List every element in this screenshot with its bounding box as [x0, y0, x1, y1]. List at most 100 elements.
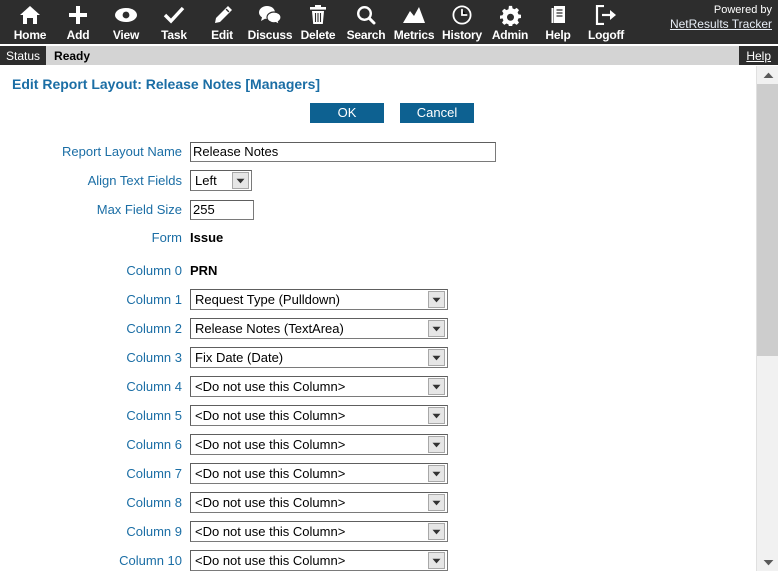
form-row-column-5: Column 5 <Do not use this Column> [0, 401, 756, 430]
column-2-value: Release Notes (TextArea) [195, 321, 344, 336]
toolbar-item-task[interactable]: Task [150, 0, 198, 44]
column-4-label: Column 4 [126, 379, 182, 394]
column-2-select[interactable]: Release Notes (TextArea) [190, 318, 448, 339]
column-9-select[interactable]: <Do not use this Column> [190, 521, 448, 542]
toolbar-item-admin[interactable]: Admin [486, 0, 534, 44]
plus-icon [68, 3, 88, 27]
toolbar-label: Help [545, 28, 571, 42]
help-link[interactable]: Help [746, 49, 771, 63]
report-layout-name-input[interactable] [190, 141, 496, 162]
magnifier-icon [356, 3, 376, 27]
column-1-select[interactable]: Request Type (Pulldown) [190, 289, 448, 310]
scrollbar-track[interactable] [757, 356, 778, 553]
netresults-tracker-link[interactable]: NetResults Tracker [670, 17, 772, 32]
column-5-select[interactable]: <Do not use this Column> [190, 405, 448, 426]
report-layout-name-label: Report Layout Name [62, 144, 182, 159]
toolbar-label: View [112, 28, 140, 42]
column-6-select[interactable]: <Do not use this Column> [190, 434, 448, 455]
form-row-column-8: Column 8 <Do not use this Column> [0, 488, 756, 517]
column-3-value: Fix Date (Date) [195, 350, 284, 365]
column-0-value: PRN [190, 263, 218, 278]
form-content-area: Edit Report Layout: Release Notes [Manag… [0, 66, 756, 571]
scrollbar-down-button[interactable] [757, 553, 778, 571]
powered-by-block: Powered by NetResults Tracker [670, 3, 772, 32]
status-bar: Status Ready Help [0, 46, 778, 66]
form-row-report-layout-name: Report Layout Name [0, 137, 756, 166]
toolbar-item-logoff[interactable]: Logoff [582, 0, 630, 44]
eye-icon [114, 3, 138, 27]
toolbar-label: History [442, 28, 482, 42]
form-row-column-4: Column 4 <Do not use this Column> [0, 372, 756, 401]
toolbar-item-home[interactable]: Home [6, 0, 54, 44]
chevron-down-icon [428, 291, 445, 308]
column-rows-list: Column 1 Request Type (Pulldown) Column 2 R… [0, 285, 756, 571]
chevron-down-icon [428, 407, 445, 424]
clock-icon [452, 3, 472, 27]
toolbar-item-help[interactable]: Help [534, 0, 582, 44]
scrollbar-thumb[interactable] [757, 84, 778, 356]
form-label: Form [151, 229, 182, 245]
column-4-value: <Do not use this Column> [195, 379, 346, 394]
form-row-column-7: Column 7 <Do not use this Column> [0, 459, 756, 488]
toolbar-item-discuss[interactable]: Discuss [246, 0, 294, 44]
column-8-label: Column 8 [126, 495, 182, 510]
align-text-fields-select[interactable]: Left [190, 170, 252, 191]
vertical-scrollbar[interactable] [756, 66, 778, 571]
column-10-select[interactable]: <Do not use this Column> [190, 550, 448, 571]
cancel-button[interactable]: Cancel [400, 103, 474, 123]
chevron-down-icon [428, 436, 445, 453]
form-value: Issue [190, 229, 224, 245]
status-tag-label: Status [0, 46, 47, 65]
max-field-size-input[interactable] [190, 199, 254, 220]
column-10-label: Column 10 [119, 553, 182, 568]
chevron-down-icon [428, 378, 445, 395]
chevron-down-icon [428, 320, 445, 337]
toolbar-item-search[interactable]: Search [342, 0, 390, 44]
column-1-label: Column 1 [126, 292, 182, 307]
scrollbar-up-button[interactable] [757, 66, 778, 84]
report-layout-form: Report Layout Name Align Text Fields Lef… [0, 137, 756, 571]
powered-by-label: Powered by [713, 4, 772, 16]
toolbar-label: Add [66, 28, 90, 42]
toolbar-item-view[interactable]: View [102, 0, 150, 44]
speech-bubbles-icon [258, 3, 282, 27]
column-5-value: <Do not use this Column> [195, 408, 346, 423]
toolbar-label: Metrics [393, 28, 435, 42]
form-row-column-0: Column 0 PRN [0, 256, 756, 285]
document-icon [548, 3, 568, 27]
chart-line-icon [402, 3, 426, 27]
column-7-select[interactable]: <Do not use this Column> [190, 463, 448, 484]
chevron-down-icon [428, 494, 445, 511]
toolbar-label: Home [13, 28, 47, 42]
form-row-column-1: Column 1 Request Type (Pulldown) [0, 285, 756, 314]
form-row-column-2: Column 2 Release Notes (TextArea) [0, 314, 756, 343]
ok-button[interactable]: OK [310, 103, 384, 123]
form-row-form: Form Issue [0, 224, 756, 250]
column-8-value: <Do not use this Column> [195, 495, 346, 510]
toolbar-label: Delete [300, 28, 336, 42]
chevron-down-icon [232, 172, 249, 189]
chevron-down-icon [428, 523, 445, 540]
column-4-select[interactable]: <Do not use this Column> [190, 376, 448, 397]
column-10-value: <Do not use this Column> [195, 553, 346, 568]
toolbar-label: Search [346, 28, 386, 42]
toolbar-label: Discuss [247, 28, 293, 42]
home-icon [19, 3, 41, 27]
button-row: OK Cancel [0, 103, 756, 123]
column-9-label: Column 9 [126, 524, 182, 539]
main-toolbar: Home Add View Task Edit Discuss Delete S… [0, 0, 778, 46]
toolbar-item-edit[interactable]: Edit [198, 0, 246, 44]
toolbar-item-add[interactable]: Add [54, 0, 102, 44]
column-8-select[interactable]: <Do not use this Column> [190, 492, 448, 513]
max-field-size-label: Max Field Size [96, 202, 182, 217]
toolbar-label: Admin [491, 28, 529, 42]
column-3-select[interactable]: Fix Date (Date) [190, 347, 448, 368]
form-row-column-9: Column 9 <Do not use this Column> [0, 517, 756, 546]
toolbar-item-delete[interactable]: Delete [294, 0, 342, 44]
logout-arrow-icon [595, 3, 617, 27]
toolbar-item-metrics[interactable]: Metrics [390, 0, 438, 44]
column-5-label: Column 5 [126, 408, 182, 423]
column-0-label: Column 0 [126, 263, 182, 278]
toolbar-item-history[interactable]: History [438, 0, 486, 44]
column-2-label: Column 2 [126, 321, 182, 336]
